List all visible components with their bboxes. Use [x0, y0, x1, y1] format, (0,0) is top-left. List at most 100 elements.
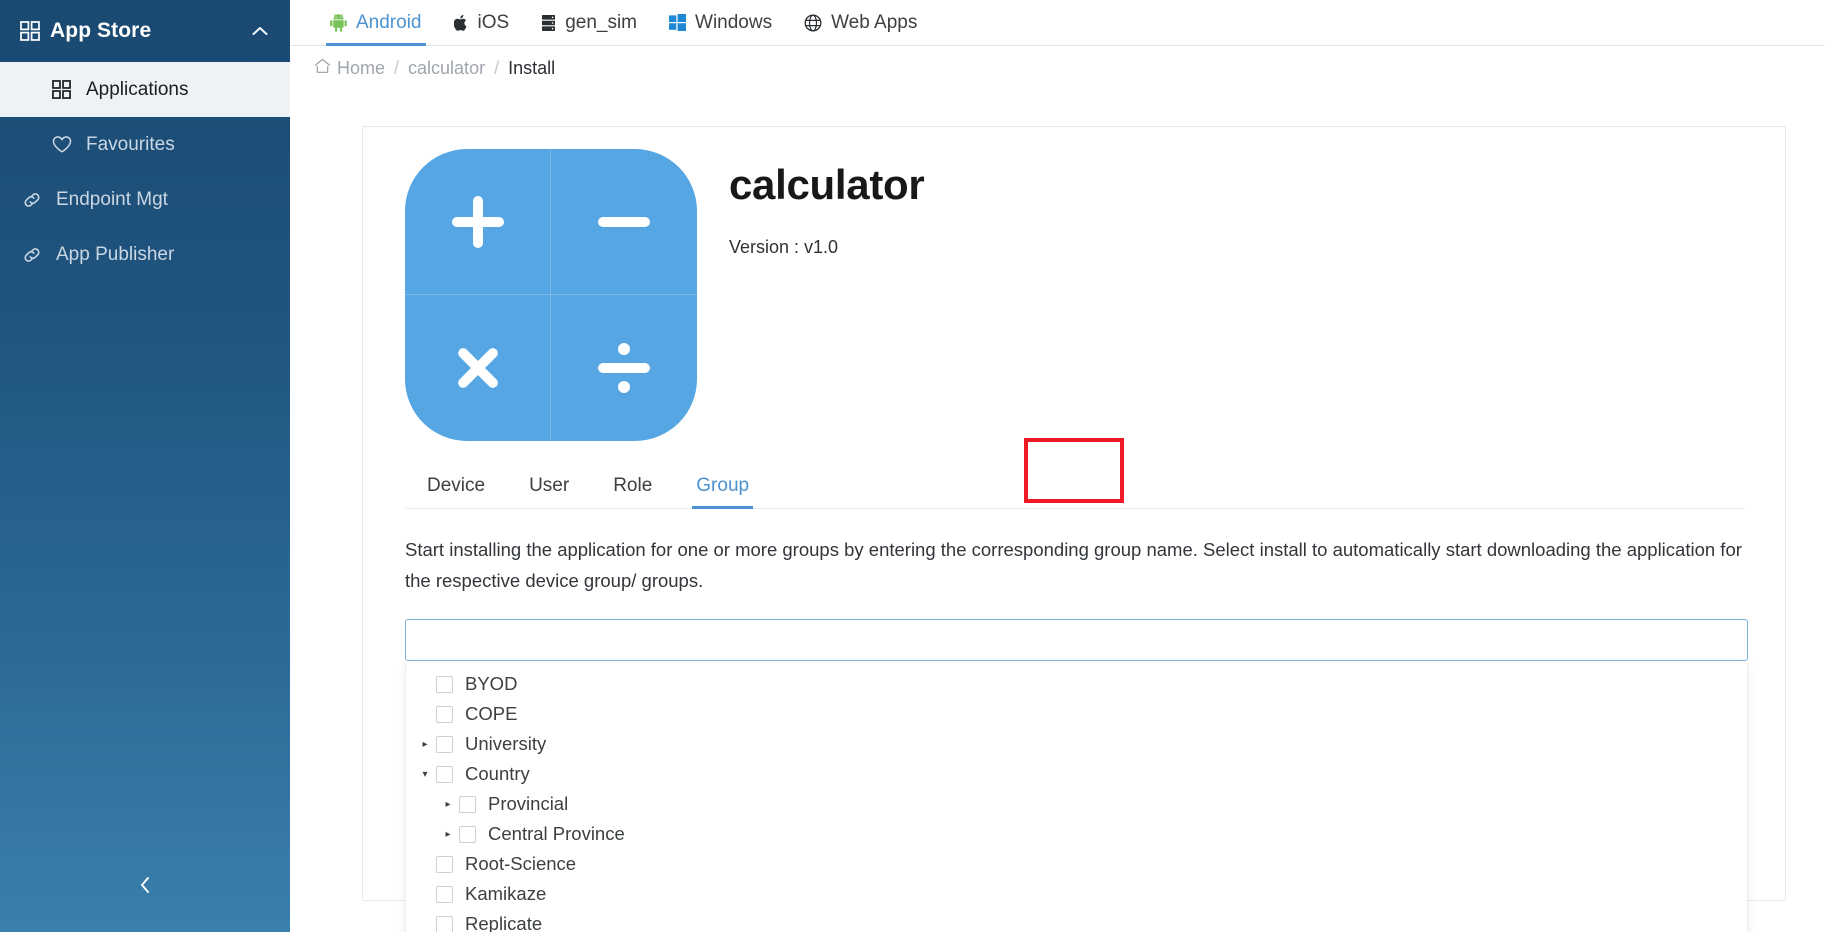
page-title: calculator [729, 161, 925, 208]
group-install-description: Start installing the application for one… [405, 539, 1742, 592]
tab-label: Android [356, 11, 422, 33]
app-root: App Store Applications Favourites Endpoi… [0, 0, 1825, 932]
tab-windows[interactable]: Windows [653, 0, 788, 45]
sidebar-item-applications[interactable]: Applications [0, 62, 290, 117]
tab-role[interactable]: Role [591, 476, 674, 508]
tab-label: Windows [695, 11, 773, 33]
sidebar-group-label: App Store [50, 19, 152, 42]
tab-web-apps[interactable]: Web Apps [788, 0, 933, 45]
breadcrumb-item-calculator[interactable]: calculator [408, 58, 485, 79]
list-item[interactable]: ▸ Replicate [406, 909, 1747, 932]
grid-icon [52, 80, 86, 99]
sidebar-item-label: Favourites [86, 133, 175, 155]
list-item-label: Central Province [488, 823, 625, 844]
tab-label: Web Apps [831, 11, 918, 33]
breadcrumb: Home / calculator / Install [290, 46, 1825, 91]
chevron-down-icon[interactable]: ▾ [414, 769, 436, 780]
list-item[interactable]: ▸ BYOD [406, 669, 1747, 699]
tab-ios[interactable]: iOS [438, 0, 526, 45]
list-item-label: Root-Science [465, 853, 577, 874]
icon-divide-symbol [551, 295, 697, 441]
sidebar-collapse-button[interactable] [0, 844, 290, 932]
link-icon [22, 245, 56, 265]
install-target-tabbar: Device User Role Group [405, 438, 1745, 509]
android-icon [330, 13, 347, 32]
list-item-label: Replicate [465, 913, 543, 932]
globe-icon [804, 14, 822, 32]
breadcrumb-separator: / [494, 58, 500, 78]
list-item-label: BYOD [465, 673, 518, 694]
icon-minus-symbol [551, 149, 697, 295]
tab-gen-sim[interactable]: gen_sim [525, 0, 653, 45]
tab-label: gen_sim [565, 11, 638, 33]
tab-label: User [529, 475, 570, 496]
group-search-input[interactable] [405, 619, 1748, 661]
list-item[interactable]: ▸ Central Province [406, 819, 1747, 849]
tab-label: Role [613, 475, 653, 496]
checkbox[interactable] [436, 735, 453, 753]
grid-icon [20, 21, 50, 41]
checkbox[interactable] [459, 795, 476, 813]
chevron-right-icon[interactable]: ▸ [437, 829, 459, 840]
list-item[interactable]: ▸ Kamikaze [406, 879, 1747, 909]
server-icon [541, 14, 556, 32]
breadcrumb-home-label: Home [337, 58, 386, 78]
sidebar-item-label: App Publisher [56, 243, 175, 265]
sidebar-group-app-store[interactable]: App Store [0, 0, 290, 62]
checkbox[interactable] [436, 705, 453, 723]
group-tab-highlight-box [1024, 438, 1124, 503]
list-item-label: University [465, 733, 547, 754]
sidebar-item-label: Applications [86, 78, 189, 100]
list-item[interactable]: ▸ Root-Science [406, 849, 1747, 879]
content-area: calculator Version : v1.0 Device User Ro… [290, 91, 1825, 932]
link-icon [22, 190, 56, 210]
tab-group[interactable]: Group [674, 475, 771, 509]
tab-label: iOS [477, 11, 510, 33]
list-item[interactable]: ▸ Provincial [406, 789, 1747, 819]
list-item[interactable]: ▸ COPE [406, 699, 1747, 729]
app-detail-card: calculator Version : v1.0 Device User Ro… [362, 126, 1786, 932]
checkbox[interactable] [436, 915, 453, 932]
list-item-label: COPE [465, 703, 518, 724]
platform-tabbar: Android iOS gen_sim Windows Web Apps [290, 0, 1825, 46]
heart-icon [52, 135, 86, 154]
list-item-label: Kamikaze [465, 883, 547, 904]
list-item[interactable]: ▸ University [406, 729, 1747, 759]
tab-android[interactable]: Android [314, 0, 438, 46]
sidebar-item-label: Endpoint Mgt [56, 188, 168, 210]
windows-icon [669, 14, 687, 31]
checkbox[interactable] [436, 765, 453, 783]
home-icon [314, 58, 331, 79]
app-version: Version : v1.0 [729, 237, 839, 257]
tab-user[interactable]: User [507, 476, 591, 508]
sidebar-item-favourites[interactable]: Favourites [0, 117, 290, 172]
breadcrumb-item-install: Install [508, 58, 556, 78]
calculator-app-icon [405, 149, 697, 441]
list-item-label: Provincial [488, 793, 569, 814]
icon-multiply-symbol [405, 295, 551, 441]
checkbox[interactable] [436, 675, 453, 693]
tab-label: Device [427, 475, 486, 496]
chevron-left-icon [138, 875, 152, 901]
list-item-label: Country [465, 763, 530, 784]
breadcrumb-home[interactable]: Home [314, 58, 385, 79]
checkbox[interactable] [459, 825, 476, 843]
group-tree-dropdown[interactable]: ▸ BYOD ▸ COPE ▸ University [405, 663, 1748, 932]
list-item[interactable]: ▾ Country [406, 759, 1747, 789]
tab-device[interactable]: Device [405, 476, 507, 508]
icon-plus-symbol [405, 149, 551, 295]
checkbox[interactable] [436, 885, 453, 903]
sidebar-item-app-publisher[interactable]: App Publisher [0, 227, 290, 282]
checkbox[interactable] [436, 855, 453, 873]
app-header: calculator Version : v1.0 [363, 127, 1785, 441]
apple-icon [453, 14, 469, 32]
breadcrumb-separator: / [394, 58, 400, 78]
chevron-right-icon[interactable]: ▸ [437, 799, 459, 810]
chevron-up-icon[interactable] [252, 24, 268, 39]
tab-label: Group [696, 475, 750, 496]
app-meta: calculator Version : v1.0 [729, 149, 925, 441]
chevron-right-icon[interactable]: ▸ [414, 739, 436, 750]
sidebar-item-endpoint-mgt[interactable]: Endpoint Mgt [0, 172, 290, 227]
sidebar: App Store Applications Favourites Endpoi… [0, 0, 290, 932]
main-area: Android iOS gen_sim Windows Web Apps Hom… [290, 0, 1825, 932]
